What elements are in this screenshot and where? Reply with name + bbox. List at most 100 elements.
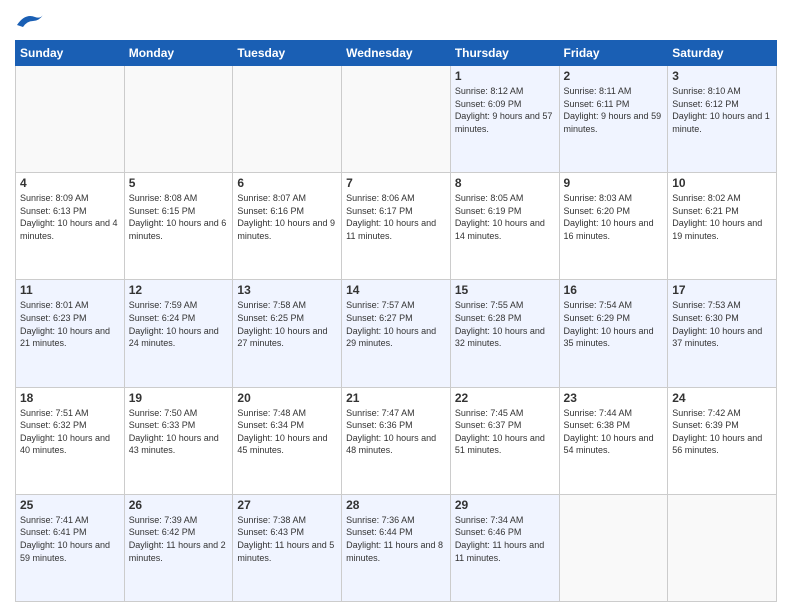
day-info: Sunrise: 8:08 AMSunset: 6:15 PMDaylight:… bbox=[129, 192, 229, 242]
day-info: Sunrise: 7:38 AMSunset: 6:43 PMDaylight:… bbox=[237, 514, 337, 564]
calendar-cell bbox=[124, 66, 233, 173]
logo bbox=[15, 10, 45, 34]
calendar-cell: 7 Sunrise: 8:06 AMSunset: 6:17 PMDaylight… bbox=[342, 173, 451, 280]
calendar-cell: 6 Sunrise: 8:07 AMSunset: 6:16 PMDaylight… bbox=[233, 173, 342, 280]
calendar-cell: 12 Sunrise: 7:59 AMSunset: 6:24 PMDayligh… bbox=[124, 280, 233, 387]
day-number: 22 bbox=[455, 391, 555, 405]
week-row-2: 4 Sunrise: 8:09 AMSunset: 6:13 PMDaylight… bbox=[16, 173, 777, 280]
calendar-cell: 24 Sunrise: 7:42 AMSunset: 6:39 PMDayligh… bbox=[668, 387, 777, 494]
day-number: 24 bbox=[672, 391, 772, 405]
day-number: 4 bbox=[20, 176, 120, 190]
day-number: 7 bbox=[346, 176, 446, 190]
day-info: Sunrise: 8:07 AMSunset: 6:16 PMDaylight:… bbox=[237, 192, 337, 242]
week-row-1: 1Sunrise: 8:12 AMSunset: 6:09 PMDaylight… bbox=[16, 66, 777, 173]
calendar-cell: 3 Sunrise: 8:10 AMSunset: 6:12 PMDaylight… bbox=[668, 66, 777, 173]
calendar-cell: 9 Sunrise: 8:03 AMSunset: 6:20 PMDaylight… bbox=[559, 173, 668, 280]
day-info: Sunrise: 8:11 AMSunset: 6:11 PMDaylight:… bbox=[564, 85, 664, 135]
day-info: Sunrise: 7:41 AMSunset: 6:41 PMDaylight:… bbox=[20, 514, 120, 564]
calendar-cell bbox=[16, 66, 125, 173]
calendar-cell bbox=[233, 66, 342, 173]
day-number: 3 bbox=[672, 69, 772, 83]
day-number: 23 bbox=[564, 391, 664, 405]
calendar-cell: 20Sunrise: 7:48 AMSunset: 6:34 PMDayligh… bbox=[233, 387, 342, 494]
day-info: Sunrise: 7:42 AMSunset: 6:39 PMDaylight:… bbox=[672, 407, 772, 457]
calendar-table: SundayMondayTuesdayWednesdayThursdayFrid… bbox=[15, 40, 777, 602]
day-info: Sunrise: 7:54 AMSunset: 6:29 PMDaylight:… bbox=[564, 299, 664, 349]
day-number: 5 bbox=[129, 176, 229, 190]
logo-bird-icon bbox=[15, 11, 45, 29]
day-info: Sunrise: 8:10 AMSunset: 6:12 PMDaylight:… bbox=[672, 85, 772, 135]
day-info: Sunrise: 8:02 AMSunset: 6:21 PMDaylight:… bbox=[672, 192, 772, 242]
day-info: Sunrise: 7:44 AMSunset: 6:38 PMDaylight:… bbox=[564, 407, 664, 457]
day-info: Sunrise: 8:12 AMSunset: 6:09 PMDaylight:… bbox=[455, 85, 555, 135]
day-number: 29 bbox=[455, 498, 555, 512]
day-info: Sunrise: 7:53 AMSunset: 6:30 PMDaylight:… bbox=[672, 299, 772, 349]
day-number: 10 bbox=[672, 176, 772, 190]
calendar-cell: 15 Sunrise: 7:55 AMSunset: 6:28 PMDayligh… bbox=[450, 280, 559, 387]
day-number: 13 bbox=[237, 283, 337, 297]
calendar-cell: 8 Sunrise: 8:05 AMSunset: 6:19 PMDaylight… bbox=[450, 173, 559, 280]
calendar-cell: 4 Sunrise: 8:09 AMSunset: 6:13 PMDaylight… bbox=[16, 173, 125, 280]
day-number: 27 bbox=[237, 498, 337, 512]
weekday-header-friday: Friday bbox=[559, 41, 668, 66]
day-number: 6 bbox=[237, 176, 337, 190]
day-number: 25 bbox=[20, 498, 120, 512]
day-info: Sunrise: 7:59 AMSunset: 6:24 PMDaylight:… bbox=[129, 299, 229, 349]
calendar-cell: 28 Sunrise: 7:36 AMSunset: 6:44 PMDayligh… bbox=[342, 494, 451, 601]
calendar-cell: 29Sunrise: 7:34 AMSunset: 6:46 PMDayligh… bbox=[450, 494, 559, 601]
day-number: 28 bbox=[346, 498, 446, 512]
calendar-cell: 21Sunrise: 7:47 AMSunset: 6:36 PMDayligh… bbox=[342, 387, 451, 494]
day-number: 16 bbox=[564, 283, 664, 297]
day-number: 8 bbox=[455, 176, 555, 190]
calendar-cell bbox=[342, 66, 451, 173]
day-number: 14 bbox=[346, 283, 446, 297]
header bbox=[15, 10, 777, 34]
day-info: Sunrise: 7:58 AMSunset: 6:25 PMDaylight:… bbox=[237, 299, 337, 349]
calendar-cell: 1Sunrise: 8:12 AMSunset: 6:09 PMDaylight… bbox=[450, 66, 559, 173]
day-info: Sunrise: 7:45 AMSunset: 6:37 PMDaylight:… bbox=[455, 407, 555, 457]
day-number: 9 bbox=[564, 176, 664, 190]
day-info: Sunrise: 7:39 AMSunset: 6:42 PMDaylight:… bbox=[129, 514, 229, 564]
calendar-cell bbox=[559, 494, 668, 601]
weekday-header-saturday: Saturday bbox=[668, 41, 777, 66]
day-number: 19 bbox=[129, 391, 229, 405]
weekday-header-wednesday: Wednesday bbox=[342, 41, 451, 66]
week-row-3: 11 Sunrise: 8:01 AMSunset: 6:23 PMDayligh… bbox=[16, 280, 777, 387]
day-number: 17 bbox=[672, 283, 772, 297]
calendar-cell: 5 Sunrise: 8:08 AMSunset: 6:15 PMDaylight… bbox=[124, 173, 233, 280]
day-info: Sunrise: 7:55 AMSunset: 6:28 PMDaylight:… bbox=[455, 299, 555, 349]
page: SundayMondayTuesdayWednesdayThursdayFrid… bbox=[0, 0, 792, 612]
weekday-header-tuesday: Tuesday bbox=[233, 41, 342, 66]
calendar-cell: 18 Sunrise: 7:51 AMSunset: 6:32 PMDayligh… bbox=[16, 387, 125, 494]
week-row-4: 18 Sunrise: 7:51 AMSunset: 6:32 PMDayligh… bbox=[16, 387, 777, 494]
week-row-5: 25 Sunrise: 7:41 AMSunset: 6:41 PMDayligh… bbox=[16, 494, 777, 601]
day-number: 12 bbox=[129, 283, 229, 297]
day-number: 15 bbox=[455, 283, 555, 297]
day-info: Sunrise: 8:03 AMSunset: 6:20 PMDaylight:… bbox=[564, 192, 664, 242]
day-info: Sunrise: 7:51 AMSunset: 6:32 PMDaylight:… bbox=[20, 407, 120, 457]
calendar-cell: 13 Sunrise: 7:58 AMSunset: 6:25 PMDayligh… bbox=[233, 280, 342, 387]
logo-text bbox=[15, 10, 45, 34]
day-number: 18 bbox=[20, 391, 120, 405]
day-info: Sunrise: 7:50 AMSunset: 6:33 PMDaylight:… bbox=[129, 407, 229, 457]
calendar-cell: 26Sunrise: 7:39 AMSunset: 6:42 PMDayligh… bbox=[124, 494, 233, 601]
day-info: Sunrise: 8:06 AMSunset: 6:17 PMDaylight:… bbox=[346, 192, 446, 242]
calendar-cell: 11 Sunrise: 8:01 AMSunset: 6:23 PMDayligh… bbox=[16, 280, 125, 387]
day-info: Sunrise: 8:09 AMSunset: 6:13 PMDaylight:… bbox=[20, 192, 120, 242]
weekday-header-row: SundayMondayTuesdayWednesdayThursdayFrid… bbox=[16, 41, 777, 66]
calendar-cell: 16 Sunrise: 7:54 AMSunset: 6:29 PMDayligh… bbox=[559, 280, 668, 387]
day-number: 20 bbox=[237, 391, 337, 405]
day-info: Sunrise: 8:05 AMSunset: 6:19 PMDaylight:… bbox=[455, 192, 555, 242]
day-number: 21 bbox=[346, 391, 446, 405]
day-number: 11 bbox=[20, 283, 120, 297]
calendar-cell: 2Sunrise: 8:11 AMSunset: 6:11 PMDaylight… bbox=[559, 66, 668, 173]
day-info: Sunrise: 8:01 AMSunset: 6:23 PMDaylight:… bbox=[20, 299, 120, 349]
calendar-cell: 10 Sunrise: 8:02 AMSunset: 6:21 PMDayligh… bbox=[668, 173, 777, 280]
weekday-header-thursday: Thursday bbox=[450, 41, 559, 66]
weekday-header-monday: Monday bbox=[124, 41, 233, 66]
calendar-cell: 23 Sunrise: 7:44 AMSunset: 6:38 PMDayligh… bbox=[559, 387, 668, 494]
day-info: Sunrise: 7:36 AMSunset: 6:44 PMDaylight:… bbox=[346, 514, 446, 564]
calendar-cell bbox=[668, 494, 777, 601]
calendar-cell: 14Sunrise: 7:57 AMSunset: 6:27 PMDayligh… bbox=[342, 280, 451, 387]
weekday-header-sunday: Sunday bbox=[16, 41, 125, 66]
